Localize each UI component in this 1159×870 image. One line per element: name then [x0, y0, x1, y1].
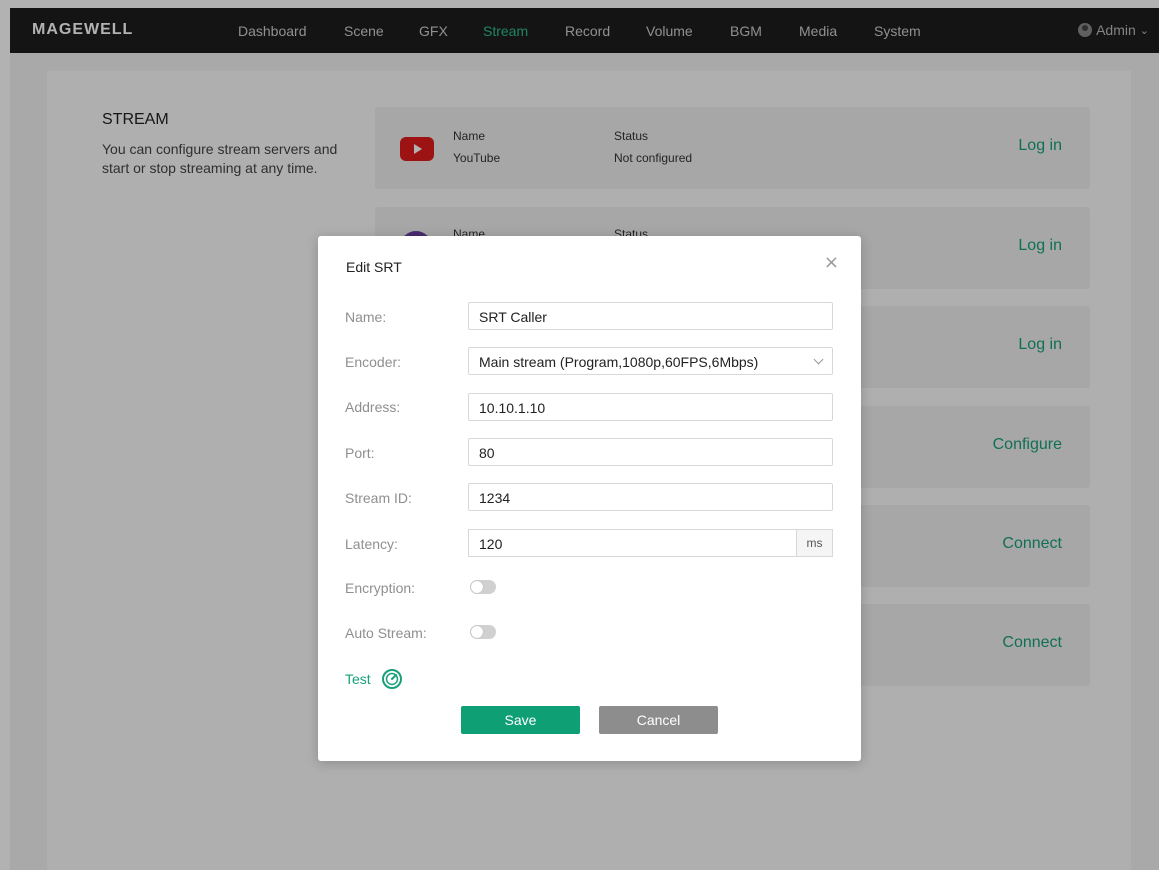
- encoder-label: Encoder:: [345, 354, 402, 370]
- cancel-button[interactable]: Cancel: [599, 706, 718, 734]
- dialog-title: Edit SRT: [346, 259, 402, 275]
- speedometer-icon: [381, 669, 402, 689]
- stream-id-input[interactable]: 1234: [468, 483, 833, 511]
- name-label: Name:: [345, 309, 387, 325]
- test-button[interactable]: Test: [345, 668, 403, 690]
- save-button[interactable]: Save: [461, 706, 580, 734]
- encoder-value: Main stream (Program,1080p,60FPS,6Mbps): [479, 354, 759, 370]
- auto-stream-label: Auto Stream:: [345, 625, 427, 641]
- name-input[interactable]: SRT Caller: [468, 302, 833, 330]
- edit-srt-dialog: Edit SRT × Name: SRT Caller Encoder: Mai…: [318, 236, 861, 761]
- toggle-knob: [471, 581, 483, 593]
- stream-id-label: Stream ID:: [345, 490, 412, 506]
- latency-label: Latency:: [345, 536, 398, 552]
- latency-input[interactable]: 120: [468, 529, 796, 557]
- encryption-label: Encryption:: [345, 580, 416, 596]
- port-label: Port:: [345, 445, 375, 461]
- close-icon[interactable]: ×: [824, 252, 839, 273]
- toggle-knob: [471, 626, 483, 638]
- test-label: Test: [345, 671, 371, 687]
- address-input[interactable]: 10.10.1.10: [468, 393, 833, 421]
- auto-stream-toggle[interactable]: [470, 625, 496, 639]
- encryption-toggle[interactable]: [470, 580, 496, 594]
- chevron-down-icon: [813, 354, 824, 365]
- encoder-select[interactable]: Main stream (Program,1080p,60FPS,6Mbps): [468, 347, 833, 375]
- latency-unit: ms: [796, 529, 833, 557]
- address-label: Address:: [345, 399, 401, 415]
- port-input[interactable]: 80: [468, 438, 833, 466]
